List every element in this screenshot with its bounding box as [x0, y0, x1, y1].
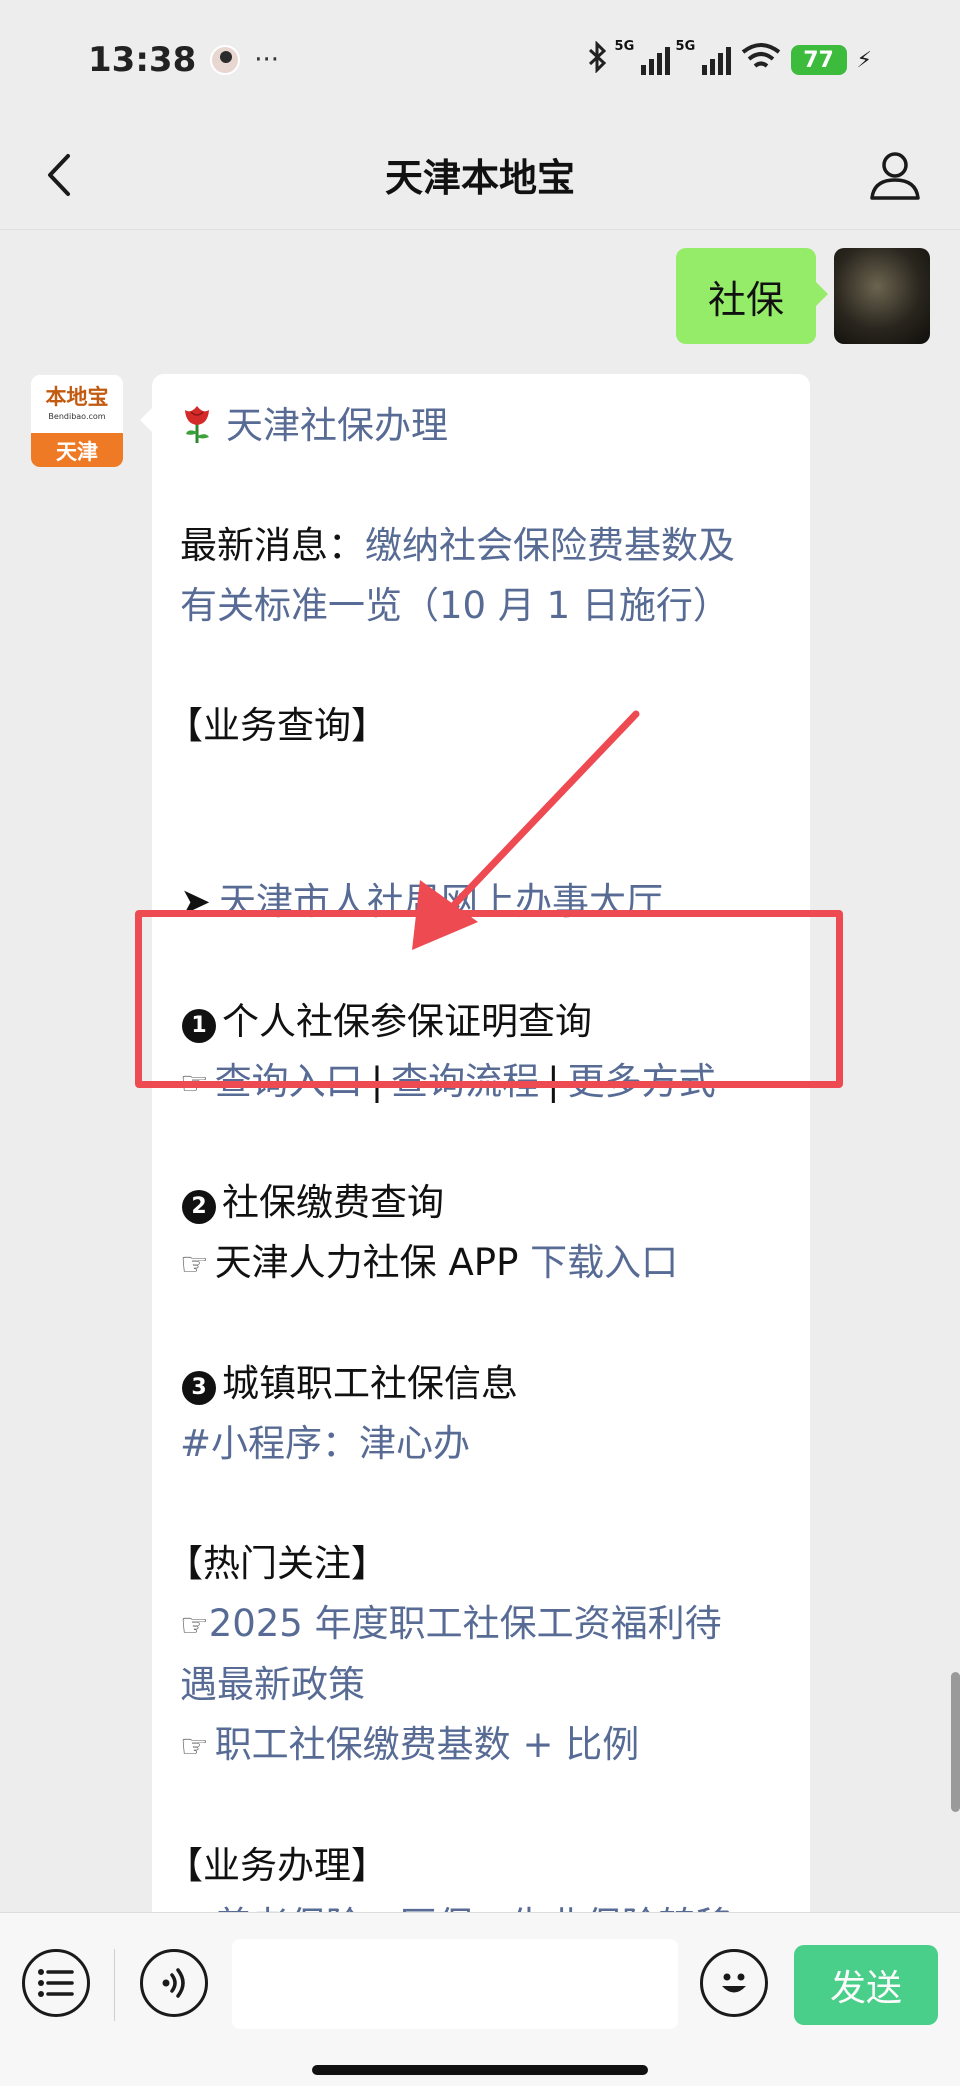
avatar-url-text: Bendibao.com	[48, 412, 106, 421]
bot-message-bubble: 天津社保办理 最新消息：缴纳社会保险费基数及 有关标准一览（10 月 1 日施行…	[140, 374, 810, 1947]
emoji-icon	[722, 1973, 746, 1993]
app-name-text: 天津人力社保 APP	[214, 1241, 519, 1284]
news-link[interactable]: 缴纳社会保险费基数及	[365, 524, 735, 567]
official-account-avatar[interactable]: 本地宝 Bendibao.com 天津	[30, 374, 124, 468]
wage-policy-link[interactable]: 2025 年度职工社保工资福利待	[209, 1602, 722, 1645]
hot2-line: ☞ 职工社保缴费基数 + 比例	[180, 1715, 782, 1776]
news-line-1: 最新消息：缴纳社会保险费基数及	[180, 516, 782, 576]
hot1-line: ☞2025 年度职工社保工资福利待	[180, 1594, 782, 1655]
pointing-hand-icon: ☞	[180, 1245, 209, 1283]
item2-title: 社保缴费查询	[222, 1181, 444, 1224]
wifi-icon	[741, 42, 781, 79]
cellular-signal-icon: 5G	[615, 39, 670, 75]
status-avatar-icon	[210, 45, 241, 75]
number-3-icon: 3	[182, 1371, 216, 1405]
voice-button[interactable]	[140, 1949, 208, 2017]
avatar-city-text: 天津	[31, 433, 123, 467]
news-label: 最新消息：	[180, 524, 365, 567]
pointing-hand-icon: ☞	[180, 1606, 209, 1644]
wage-policy-link-continued[interactable]: 遇最新政策	[180, 1655, 782, 1715]
message-header: 天津社保办理	[180, 396, 782, 456]
menu-list-icon	[38, 1969, 74, 1997]
item3-title: 城镇职工社保信息	[222, 1362, 518, 1405]
mini-program-link[interactable]: #小程序：津心办	[180, 1414, 782, 1474]
emoji-button[interactable]	[700, 1949, 768, 2017]
number-2-icon: 2	[182, 1190, 216, 1224]
rose-icon	[185, 406, 209, 443]
bluetooth-icon	[587, 39, 609, 80]
input-bar: 发送	[0, 1912, 960, 2086]
status-time: 13:38	[88, 40, 197, 80]
annotation-highlight-box	[135, 910, 843, 1088]
avatar-brand-text: 本地宝	[45, 385, 109, 409]
navigation-bar: 天津本地宝	[0, 120, 960, 230]
user-message: 社保	[675, 248, 930, 344]
menu-button[interactable]	[22, 1949, 90, 2017]
pointing-hand-icon: ☞	[180, 1727, 209, 1765]
user-avatar[interactable]	[834, 248, 930, 344]
send-button[interactable]: 发送	[794, 1945, 938, 2025]
item3-title-line: 3 城镇职工社保信息	[180, 1354, 782, 1414]
back-icon[interactable]	[36, 150, 86, 200]
section-hot-heading: 【热门关注】	[166, 1542, 388, 1585]
profile-icon[interactable]	[866, 146, 924, 204]
item2-title-line: 2 社保缴费查询	[180, 1173, 782, 1233]
status-bar: 13:38 ··· 5G 5G 77 ⚡	[0, 0, 960, 120]
status-indicators: 5G 5G 77 ⚡	[587, 39, 872, 80]
battery-indicator: 77	[790, 45, 847, 75]
charging-icon: ⚡	[856, 47, 872, 73]
more-notifications-icon: ···	[254, 45, 280, 75]
news-link-continued[interactable]: 有关标准一览（10 月 1 日施行）	[180, 576, 782, 636]
toolbar-divider	[114, 1949, 115, 2021]
user-message-bubble[interactable]: 社保	[675, 248, 829, 344]
scrollbar[interactable]	[951, 1672, 960, 1812]
cellular-signal-icon-2: 5G	[676, 39, 731, 75]
contribution-base-link[interactable]: 职工社保缴费基数 + 比例	[215, 1723, 640, 1766]
section-business-heading: 【业务办理】	[166, 1844, 388, 1887]
message-input[interactable]	[232, 1939, 678, 2029]
chat-title: 天津本地宝	[384, 156, 575, 200]
item2-detail-line: ☞ 天津人力社保 APP 下载入口	[180, 1233, 782, 1294]
home-indicator[interactable]	[312, 2065, 648, 2075]
download-link[interactable]: 下载入口	[530, 1241, 678, 1284]
header-link[interactable]: 天津社保办理	[226, 404, 448, 447]
voice-icon	[162, 1968, 185, 1998]
